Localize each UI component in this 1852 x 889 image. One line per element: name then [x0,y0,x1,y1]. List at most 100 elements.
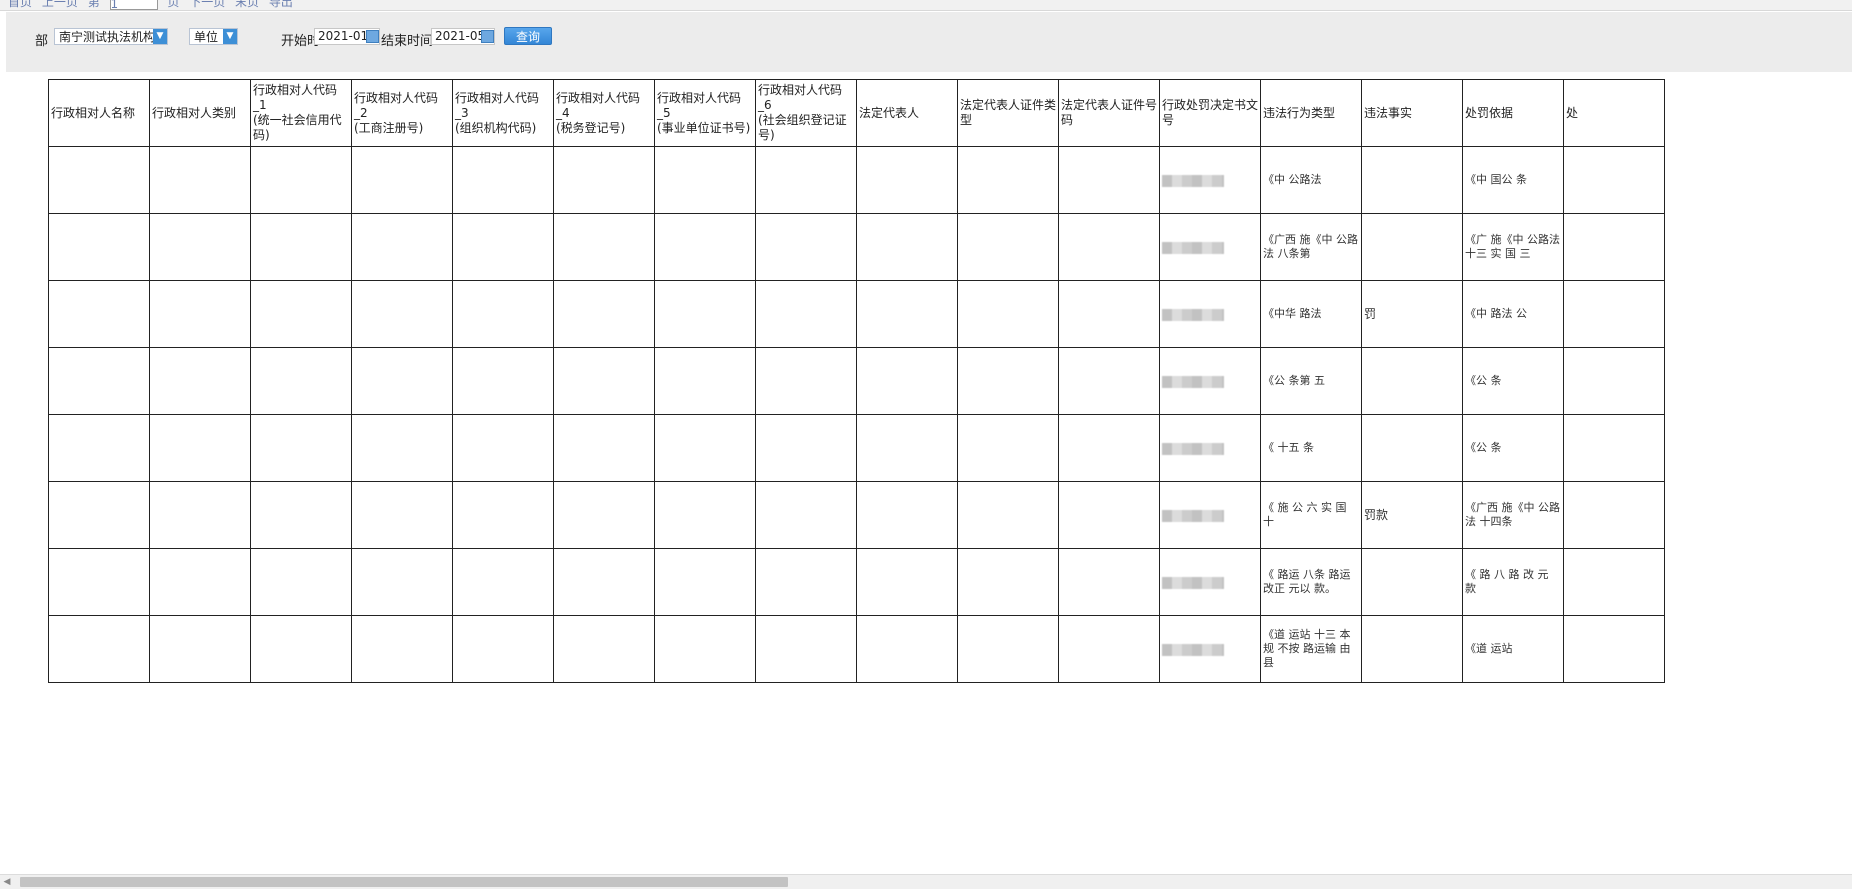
table-cell [755,146,857,214]
pagination-nav: 首页 上一页 第 1 页 下一页 末页 导出 [8,0,299,10]
horizontal-scrollbar[interactable]: ◀ [0,874,1852,889]
chevron-down-icon[interactable]: ▼ [223,29,237,44]
prev-page-link[interactable]: 上一页 [42,0,78,9]
dept-select-value: 南宁测试执法机构 [59,30,156,44]
table-cell [1563,414,1665,482]
table-cell [856,146,958,214]
table-cell: 《中 路法 公 [1462,280,1564,348]
table-cell [755,414,857,482]
table-cell [1159,615,1261,683]
table-cell: 《道 运站 [1462,615,1564,683]
export-button[interactable]: 导出 [269,0,293,9]
table-cell [1159,414,1261,482]
table-cell [856,213,958,281]
table-cell [48,481,150,549]
end-date-input[interactable]: 2021-05... [431,28,495,45]
table-cell [957,347,1059,415]
table-cell [1563,347,1665,415]
table-cell [856,414,958,482]
table-cell [654,213,756,281]
table-cell [250,280,352,348]
next-page-link[interactable]: 下一页 [189,0,225,9]
table-cell [250,213,352,281]
table-cell [755,280,857,348]
table-cell: 《中 公路法 [1260,146,1362,214]
table-cell [957,548,1059,616]
redacted-text [1162,442,1224,455]
table-cell [351,146,453,214]
table-cell [149,414,251,482]
column-header: 行政相对人代码_4 (税务登记号) [553,79,655,147]
table-cell [250,548,352,616]
table-cell: 《公 条第 五 [1260,347,1362,415]
table-cell: 《中 国公 条 [1462,146,1564,214]
dept-select[interactable]: 南宁测试执法机构 ▼ [54,28,168,45]
type-select-value: 单位 [194,30,219,44]
column-header: 行政相对人名称 [48,79,150,147]
redacted-text [1162,509,1224,522]
column-header: 行政相对人代码_6 (社会组织登记证号) [755,79,857,147]
table-row: 《道 运站 十三 本规 不按 路运输 由县 《道 运站 [48,615,1665,683]
table-cell [351,280,453,348]
table-cell [755,548,857,616]
table-row: 《 路运 八条 路运 改正 元以 款。 《 路 八 路 改 元 款 [48,548,1665,616]
table-cell [1563,280,1665,348]
table-cell [452,213,554,281]
table-cell [1058,280,1160,348]
table-cell [553,481,655,549]
table-cell [553,615,655,683]
table-cell [1058,615,1160,683]
table-cell [48,347,150,415]
table-cell [351,481,453,549]
column-header: 行政处罚决定书文号 [1159,79,1261,147]
first-page-link[interactable]: 首页 [8,0,32,9]
page-suffix: 页 [167,0,180,9]
table-cell [1563,146,1665,214]
table-cell [149,213,251,281]
calendar-icon[interactable] [481,30,494,43]
pagination-toolbar: 首页 上一页 第 1 页 下一页 末页 导出 [0,0,1852,11]
calendar-icon[interactable] [366,30,379,43]
redacted-text [1162,308,1224,321]
scrollbar-thumb[interactable] [20,877,788,887]
table-cell [149,615,251,683]
column-header: 处 [1563,79,1665,147]
scroll-left-icon[interactable]: ◀ [0,875,14,889]
table-row: 《广西 施《中 公路法 八条第 《广 施《中 公路法 十三 实 国 三 [48,213,1665,281]
table-cell: 《 十五 条 [1260,414,1362,482]
table-cell [755,481,857,549]
start-date-input[interactable]: 2021-01... [314,28,380,45]
table-cell: 《 路 八 路 改 元 款 [1462,548,1564,616]
table-cell [1159,347,1261,415]
table-cell [654,280,756,348]
table-cell [553,347,655,415]
table-cell: 《 路运 八条 路运 改正 元以 款。 [1260,548,1362,616]
table-cell [149,347,251,415]
table-cell [1058,146,1160,214]
table-row: 《中华 路法罚《中 路法 公 [48,280,1665,348]
table-cell: 《广西 施《中 公路法 十四条 [1462,481,1564,549]
table-cell [1058,347,1160,415]
table-header-row: 行政相对人名称 行政相对人类别 行政相对人代码_1 (统一社会信用代码) 行政相对人代… [48,79,1665,147]
table-cell [856,347,958,415]
page-number-input[interactable]: 1 [109,0,158,10]
table-row: 《中 公路法 《中 国公 条 [48,146,1665,214]
column-header: 行政相对人代码_2 (工商注册号) [351,79,453,147]
table-cell [452,548,554,616]
table-cell: 罚款 [1361,481,1463,549]
table-cell [149,146,251,214]
column-header: 法定代表人证件号码 [1058,79,1160,147]
query-button[interactable]: 查询 [504,27,552,45]
table-cell [452,481,554,549]
table-cell [1361,414,1463,482]
table-cell [351,548,453,616]
column-header: 行政相对人代码_5 (事业单位证书号) [654,79,756,147]
table-cell [1563,481,1665,549]
last-page-link[interactable]: 末页 [235,0,259,9]
chevron-down-icon[interactable]: ▼ [153,29,167,44]
type-select[interactable]: 单位 ▼ [189,28,238,45]
table-cell [452,615,554,683]
column-header: 行政相对人类别 [149,79,251,147]
table-cell [452,414,554,482]
table-cell [957,213,1059,281]
